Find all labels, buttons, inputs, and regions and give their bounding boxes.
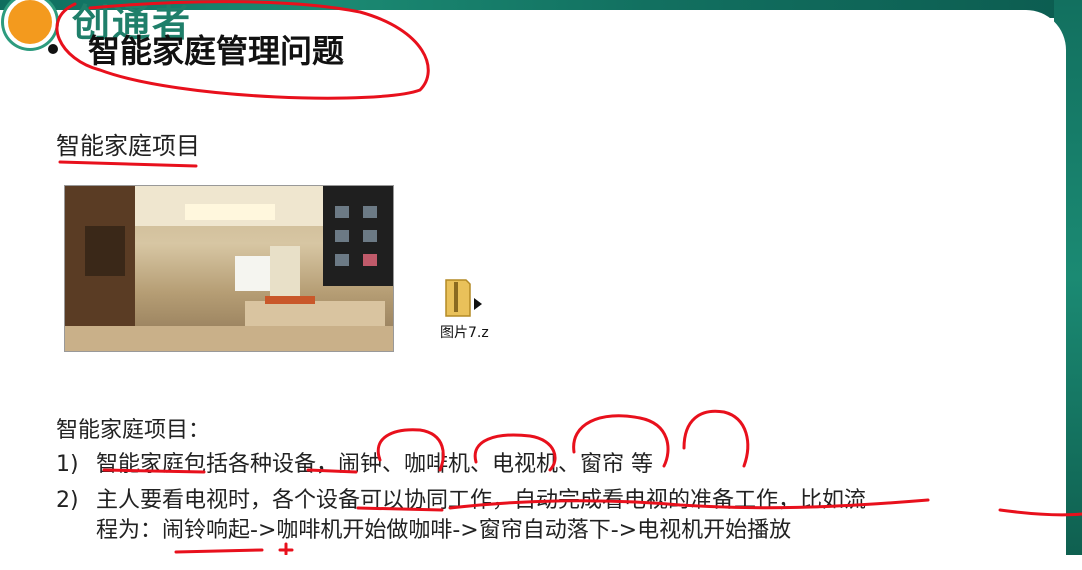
list-item-continuation: 程为：闹铃响起->咖啡机开始做咖啡->窗帘自动落下->电视机开始播放 (96, 518, 792, 543)
zip-folder-icon[interactable] (440, 276, 484, 320)
list-item-number: 1) (56, 452, 79, 477)
smart-home-photo (64, 185, 394, 352)
section-heading: 智能家庭项目： (56, 418, 211, 443)
attachment-label[interactable]: 图片7.z (440, 322, 489, 342)
subtitle: 智能家庭项目 (56, 132, 200, 160)
list-item: 1) 智能家庭包括各种设备，闹钟、咖啡机、电视机、窗帘 等 (56, 446, 653, 478)
list-item-number: 2) (56, 488, 79, 513)
living-room-illustration (65, 186, 393, 351)
page-title: 智能家庭管理问题 (88, 32, 345, 70)
list-item: 2) 主人要看电视时，各个设备可以协同工作，自动完成看电视的准备工作，比如流 (56, 482, 866, 514)
logo-icon (4, 0, 56, 48)
title-bullet (48, 44, 58, 54)
list-item-text: 智能家庭包括各种设备，闹钟、咖啡机、电视机、窗帘 等 (96, 452, 653, 477)
list-item-text: 主人要看电视时，各个设备可以协同工作，自动完成看电视的准备工作，比如流 (96, 488, 867, 513)
